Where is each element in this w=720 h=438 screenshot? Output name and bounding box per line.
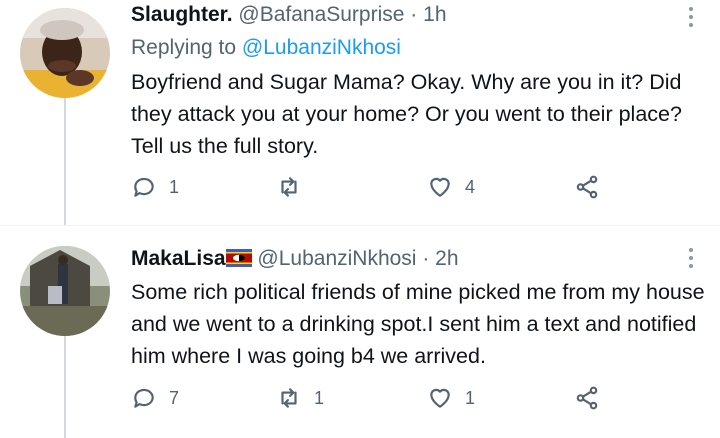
retweet-button[interactable]: 1 [276,385,324,411]
share-icon [576,386,598,410]
reply-icon [134,388,154,408]
retweet-icon [281,177,297,197]
like-count: 4 [465,176,476,197]
like-button[interactable]: 4 [427,174,475,200]
avatar-photo-icon [20,246,110,336]
tweet-text: Some rich political friends of mine pick… [131,280,705,368]
user-handle[interactable]: @LubanziNkhosi [257,247,416,270]
tweet-text: Boyfriend and Sugar Mama? Okay. Why are … [131,70,682,158]
display-name[interactable]: Slaughter. [131,3,233,26]
share-button[interactable] [574,385,600,411]
share-button[interactable] [574,174,600,200]
tweet-header: MakaLisa @LubanziNkhosi · 2h [131,247,459,271]
avatar-photo-icon [20,8,110,98]
share-icon [576,175,598,199]
retweet-icon [281,388,297,408]
heart-icon [430,388,450,408]
tweet-2[interactable]: MakaLisa @LubanziNkhosi · 2h Some rich p… [0,226,720,438]
tweet-actions: 1 4 [131,174,611,210]
tweet-header: Slaughter. @BafanaSurprise · 1h [131,3,447,27]
display-name[interactable]: MakaLisa [131,247,226,270]
like-button[interactable]: 1 [427,385,475,411]
reply-icon [134,177,154,197]
avatar[interactable] [20,246,110,336]
replying-mention-link[interactable]: @LubanziNkhosi [242,36,401,59]
eswatini-flag-icon [225,249,252,267]
reply-button[interactable]: 1 [131,174,179,200]
timestamp[interactable]: 1h [423,3,446,26]
retweet-button[interactable] [276,174,314,200]
reply-count: 7 [169,387,180,408]
separator-dot: · [410,3,418,26]
more-options-icon[interactable] [688,7,694,31]
tweet-actions: 7 1 1 [131,385,611,421]
tweet-1[interactable]: Slaughter. @BafanaSurprise · 1h Replying… [0,0,720,226]
avatar[interactable] [20,8,110,98]
replying-prefix: Replying to [131,36,242,59]
reply-count: 1 [169,176,180,197]
heart-icon [430,177,450,197]
retweet-count: 1 [314,387,325,408]
like-count: 1 [465,387,476,408]
more-options-icon[interactable] [688,248,694,272]
separator-dot: · [422,247,430,270]
replying-to: Replying to @LubanziNkhosi [131,36,401,60]
user-handle[interactable]: @BafanaSurprise [238,3,404,26]
timestamp[interactable]: 2h [435,247,458,270]
thread-line [64,98,66,225]
reply-button[interactable]: 7 [131,385,179,411]
